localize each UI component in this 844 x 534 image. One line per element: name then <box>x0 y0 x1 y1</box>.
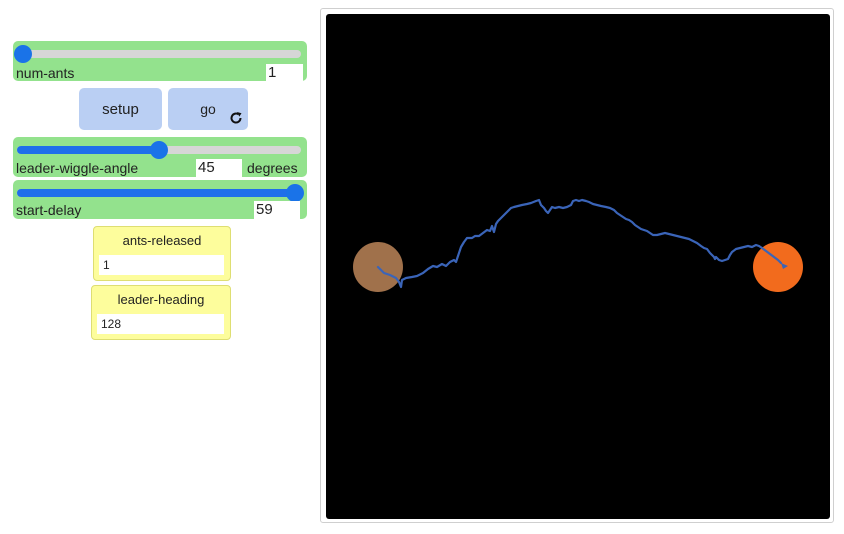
start-delay-slider[interactable]: start-delay 59 <box>13 180 307 219</box>
slider-value[interactable]: 45 <box>196 159 242 177</box>
monitor-label: leader-heading <box>117 292 205 307</box>
world-canvas <box>353 198 803 292</box>
world-view-frame <box>320 8 834 523</box>
monitor-value: 1 <box>99 255 224 275</box>
slider-thumb[interactable] <box>150 141 168 159</box>
ants-released-monitor: ants-released 1 <box>93 226 231 281</box>
slider-fill <box>17 146 159 154</box>
ant-trail <box>376 198 783 289</box>
slider-label: leader-wiggle-angle <box>16 160 139 176</box>
num-ants-slider[interactable]: num-ants 1 <box>13 41 307 82</box>
monitor-value: 128 <box>97 314 224 334</box>
slider-fill <box>17 189 296 197</box>
slider-track[interactable] <box>17 141 301 159</box>
monitor-label: ants-released <box>122 233 202 248</box>
setup-button-label: setup <box>102 100 139 118</box>
leader-wiggle-angle-slider[interactable]: leader-wiggle-angle 45 degrees <box>13 137 307 177</box>
slider-label: start-delay <box>16 202 82 218</box>
slider-track[interactable] <box>17 184 305 202</box>
food-patch <box>753 242 803 292</box>
refresh-icon <box>229 111 243 125</box>
slider-units: degrees <box>247 160 298 176</box>
go-button[interactable]: go <box>168 88 248 130</box>
world-view[interactable] <box>326 14 830 519</box>
slider-thumb[interactable] <box>286 184 305 202</box>
slider-value[interactable]: 59 <box>254 201 300 219</box>
slider-track[interactable] <box>13 45 301 63</box>
slider-value[interactable]: 1 <box>266 64 303 82</box>
setup-button[interactable]: setup <box>79 88 162 130</box>
go-button-label: go <box>200 101 216 117</box>
leader-heading-monitor: leader-heading 128 <box>91 285 231 340</box>
slider-label: num-ants <box>16 65 75 81</box>
slider-thumb[interactable] <box>13 45 32 63</box>
